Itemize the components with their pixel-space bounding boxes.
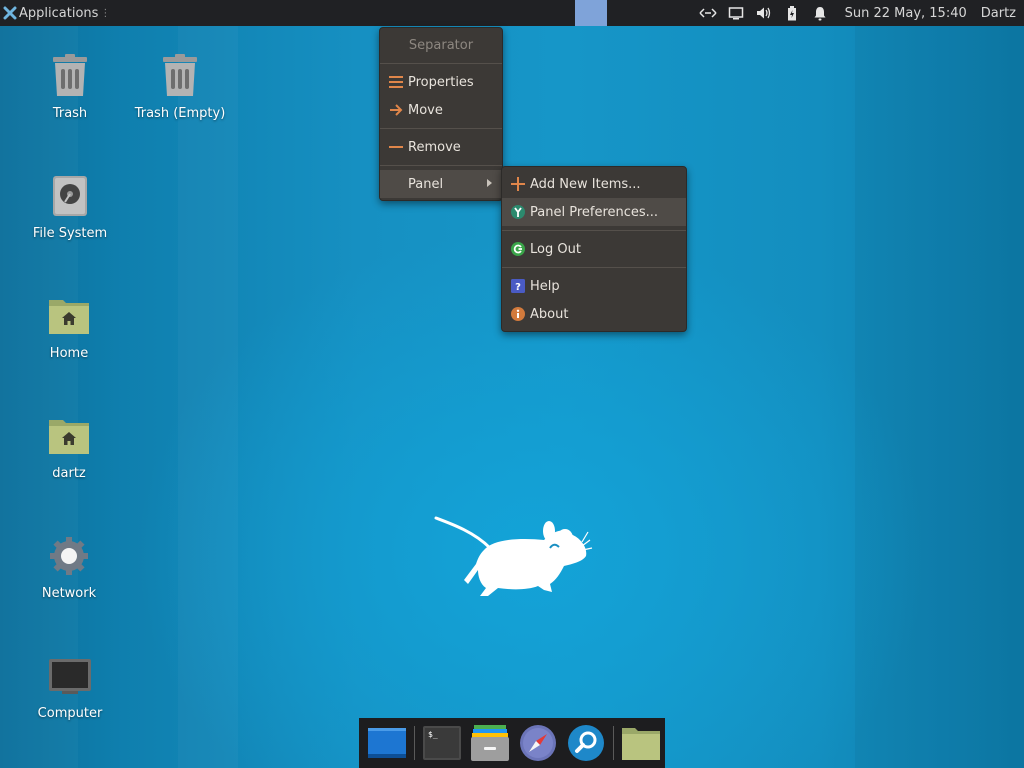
panel-submenu: Add New Items... Panel Preferences... Lo… [501, 166, 687, 332]
desktop-icon-dartz[interactable]: dartz [14, 412, 124, 481]
dock-folder[interactable] [617, 719, 665, 767]
panel-preferences-icon [510, 204, 526, 220]
xfce-logo-icon [3, 6, 17, 20]
desktop-icon-computer[interactable]: Computer [15, 652, 125, 721]
desktop-icon-label: Trash [52, 106, 88, 121]
menu-item-label: Panel Preferences... [530, 204, 659, 220]
home-folder-icon [45, 292, 93, 340]
desktop-icon-trash-empty[interactable]: Trash (Empty) [125, 52, 235, 121]
menu-divider [380, 165, 502, 166]
dock-file-manager[interactable] [466, 719, 514, 767]
menu-item-about[interactable]: About [502, 300, 686, 328]
wallpaper-stripe [178, 26, 238, 768]
menu-item-help[interactable]: ? Help [502, 272, 686, 300]
svg-text:?: ? [515, 282, 521, 293]
desktop-icon-label: Network [41, 586, 97, 601]
menu-item-label: Add New Items... [530, 176, 641, 192]
drag-handle-icon: ⋮ [100, 7, 111, 19]
desktop-icon-label: dartz [52, 466, 86, 481]
context-menu: Separator Properties Move Remove Panel [379, 27, 503, 201]
home-folder-icon [45, 412, 93, 460]
file-manager-icon [471, 725, 509, 761]
desktop-icon-label: Trash (Empty) [134, 106, 226, 121]
menu-item-label: Log Out [530, 241, 581, 257]
menu-item-label: About [530, 306, 569, 322]
plus-icon [510, 176, 526, 192]
desktop-icon-trash[interactable]: Trash [15, 52, 125, 121]
menu-divider [502, 230, 686, 231]
log-out-icon [510, 241, 526, 257]
network-arrows-icon[interactable] [699, 5, 717, 21]
dock-terminal[interactable]: $_ [418, 719, 466, 767]
dock-separator [414, 726, 415, 760]
trash-icon [46, 52, 94, 100]
applications-label: Applications [19, 5, 99, 21]
applications-menu-button[interactable]: Applications ⋮ [0, 0, 110, 26]
menu-item-panel[interactable]: Panel [380, 170, 502, 198]
desktop-icon-label: Home [49, 346, 89, 361]
menu-item-properties[interactable]: Properties [380, 68, 502, 96]
clock[interactable]: Sun 22 May, 15:40 [845, 6, 967, 21]
monitor-icon [46, 652, 94, 700]
help-icon: ? [510, 278, 526, 294]
dock-show-desktop[interactable] [363, 719, 411, 767]
top-panel: Applications ⋮ Sun 22 May, 15:40 Dartz [0, 0, 1024, 26]
menu-item-label: Panel [408, 176, 444, 192]
menu-item-remove[interactable]: Remove [380, 133, 502, 161]
menu-item-label: Properties [408, 74, 474, 90]
dock-separator [613, 726, 614, 760]
hard-drive-icon [46, 172, 94, 220]
desktop-icon [368, 728, 406, 758]
desktop-icon-file-system[interactable]: File System [15, 172, 125, 241]
user-name[interactable]: Dartz [981, 6, 1016, 21]
trash-empty-icon [156, 52, 204, 100]
dock: $_ [359, 718, 665, 768]
menu-item-move[interactable]: Move [380, 96, 502, 124]
desktop-icon-home[interactable]: Home [14, 292, 124, 361]
desktop-icon-label: File System [32, 226, 108, 241]
menu-divider [380, 63, 502, 64]
panel-separator-selected[interactable] [575, 0, 607, 26]
menu-title-separator: Separator [408, 37, 474, 53]
menu-item-log-out[interactable]: Log Out [502, 235, 686, 263]
web-browser-icon [520, 725, 556, 761]
menu-item-label: Remove [408, 139, 461, 155]
dock-web-browser[interactable] [514, 719, 562, 767]
menu-item-panel-preferences[interactable]: Panel Preferences... [502, 198, 686, 226]
volume-icon[interactable] [755, 5, 773, 21]
info-icon [510, 306, 526, 322]
dock-app-finder[interactable] [562, 719, 610, 767]
system-tray: Sun 22 May, 15:40 Dartz [699, 0, 1024, 26]
battery-icon[interactable] [783, 5, 801, 21]
desktop-icon-label: Computer [37, 706, 103, 721]
desktop-icon-network[interactable]: Network [14, 532, 124, 601]
terminal-icon: $_ [423, 726, 461, 760]
minus-icon [388, 139, 404, 155]
network-gear-icon [45, 532, 93, 580]
svg-text:$_: $_ [428, 730, 438, 739]
submenu-arrow-icon [487, 179, 492, 187]
folder-icon [622, 728, 660, 760]
xfce-mouse-logo [434, 516, 593, 596]
display-icon[interactable] [727, 5, 745, 21]
arrow-right-icon [388, 102, 404, 118]
menu-item-add-new-items[interactable]: Add New Items... [502, 170, 686, 198]
notification-bell-icon[interactable] [811, 5, 829, 21]
menu-item-label: Move [408, 102, 443, 118]
menu-item-label: Help [530, 278, 560, 294]
wallpaper-stripe [855, 26, 1024, 768]
menu-divider [380, 128, 502, 129]
app-finder-icon [568, 725, 604, 761]
properties-icon [388, 74, 404, 90]
menu-divider [502, 267, 686, 268]
